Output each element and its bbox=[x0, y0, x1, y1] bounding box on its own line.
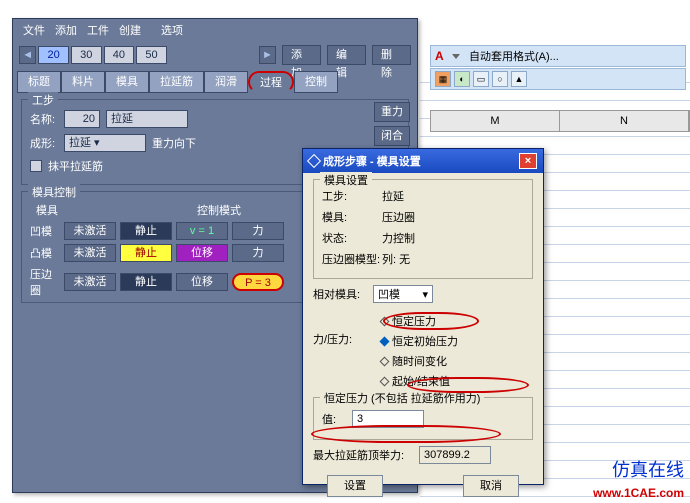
excel-toolbar-2: ▦ ◐ ▭ ○ ▲ bbox=[430, 68, 686, 90]
auto-format-button[interactable]: 自动套用格式(A)... bbox=[469, 48, 559, 64]
menu-file[interactable]: 文件 bbox=[23, 22, 45, 38]
col-N[interactable]: N bbox=[560, 111, 689, 131]
flatten-label: 抹平拉延筋 bbox=[48, 158, 103, 174]
rel-tool-label: 相对模具: bbox=[313, 286, 373, 302]
opt-time-varying[interactable]: 随时间变化 bbox=[381, 353, 458, 369]
ruler-prev[interactable]: ◄ bbox=[19, 46, 36, 64]
menu-create[interactable]: 创建 bbox=[119, 22, 141, 38]
ruler-20[interactable]: 20 bbox=[38, 46, 69, 64]
step-ruler: ◄ 20 30 40 50 ► 添加 编辑 删除 bbox=[13, 41, 417, 69]
watermark-brand: 仿真在线 bbox=[612, 456, 684, 482]
col-mode: 控制模式 bbox=[184, 202, 254, 218]
shape2-icon[interactable]: ○ bbox=[492, 71, 508, 87]
ruler-40[interactable]: 40 bbox=[104, 46, 135, 64]
gravity-button[interactable]: 重力 bbox=[374, 102, 410, 122]
tool-settings-dialog: 成形步骤 - 模具设置 × 模具设置 工步:拉延 模具:压边圈 状态:力控制 压… bbox=[302, 148, 544, 485]
ruler-add[interactable]: 添加 bbox=[282, 45, 321, 65]
value-label: 值: bbox=[322, 411, 352, 427]
tab-bead[interactable]: 拉延筋 bbox=[149, 71, 204, 93]
binder-c1[interactable]: 未激活 bbox=[64, 273, 116, 291]
col-M[interactable]: M bbox=[431, 111, 560, 131]
ruler-edit[interactable]: 编辑 bbox=[327, 45, 366, 65]
settings-group-title: 模具设置 bbox=[320, 172, 372, 188]
status-l: 状态: bbox=[322, 230, 382, 246]
ruler-30[interactable]: 30 bbox=[71, 46, 102, 64]
tab-title[interactable]: 标题 bbox=[17, 71, 61, 93]
tab-tool[interactable]: 模具 bbox=[105, 71, 149, 93]
step-v: 拉延 bbox=[382, 188, 404, 204]
ruler-delete[interactable]: 删除 bbox=[372, 45, 411, 65]
tool-group-title: 模具控制 bbox=[28, 184, 80, 200]
column-headers: M N bbox=[430, 110, 690, 132]
status-v: 力控制 bbox=[382, 230, 415, 246]
step-group-title: 工步 bbox=[28, 92, 58, 108]
tab-control[interactable]: 控制 bbox=[294, 71, 338, 93]
tab-row: 标题 料片 模具 拉延筋 润滑 过程 控制 bbox=[13, 69, 417, 93]
ring-v: 列: 无 bbox=[382, 251, 410, 267]
cancel-button[interactable]: 取消 bbox=[463, 475, 519, 497]
tool-v: 压边圈 bbox=[382, 209, 415, 225]
die-c2[interactable]: 静止 bbox=[120, 222, 172, 240]
ring-l: 压边圈模型: bbox=[322, 251, 382, 267]
annotation-oval-exclude bbox=[407, 377, 529, 393]
gravity-down: 重力向下 bbox=[152, 135, 196, 151]
menu-work[interactable]: 工件 bbox=[87, 22, 109, 38]
dialog-titlebar[interactable]: 成形步骤 - 模具设置 × bbox=[303, 149, 543, 173]
menu-option[interactable]: 选项 bbox=[161, 22, 183, 38]
binder-c4[interactable]: P = 3 bbox=[232, 273, 284, 291]
step-l: 工步: bbox=[322, 188, 382, 204]
ruler-50[interactable]: 50 bbox=[136, 46, 167, 64]
app-icon bbox=[307, 154, 321, 168]
shape3-icon[interactable]: ▲ bbox=[511, 71, 527, 87]
binder-c3[interactable]: 位移 bbox=[176, 273, 228, 291]
close-icon[interactable]: × bbox=[519, 153, 537, 169]
flatten-checkbox[interactable] bbox=[30, 160, 42, 172]
chevron-down-icon: ▾ bbox=[422, 288, 428, 301]
die-c1[interactable]: 未激活 bbox=[64, 222, 116, 240]
shape-icon[interactable]: ▭ bbox=[473, 71, 489, 87]
max-force-output bbox=[419, 446, 491, 464]
opt-const-init-pressure[interactable]: 恒定初始压力 bbox=[381, 333, 458, 349]
annotation-oval-max bbox=[311, 425, 501, 443]
name-field[interactable]: 拉延 bbox=[106, 110, 188, 128]
punch-c1[interactable]: 未激活 bbox=[64, 244, 116, 262]
binder-c2[interactable]: 静止 bbox=[120, 273, 172, 291]
dialog-title: 成形步骤 - 模具设置 bbox=[323, 153, 421, 169]
name-label: 名称: bbox=[30, 111, 58, 127]
punch-c4[interactable]: 力 bbox=[232, 244, 284, 262]
row-punch-label: 凸模 bbox=[30, 245, 60, 261]
pie-icon[interactable]: ◐ bbox=[454, 71, 470, 87]
watermark-url: www.1CAE.com bbox=[593, 486, 684, 500]
menubar: 文件 添加 工件 创建 选项 bbox=[13, 19, 417, 41]
apply-button[interactable]: 设置 bbox=[327, 475, 383, 497]
chart-icon[interactable]: ▦ bbox=[435, 71, 451, 87]
tab-blank[interactable]: 料片 bbox=[61, 71, 105, 93]
col-tool: 模具 bbox=[30, 202, 64, 218]
excel-toolbar-1: A 自动套用格式(A)... bbox=[430, 45, 686, 67]
name-index[interactable]: 20 bbox=[64, 110, 100, 128]
settings-group: 模具设置 工步:拉延 模具:压边圈 状态:力控制 压边圈模型:列: 无 bbox=[313, 179, 533, 279]
rel-tool-select[interactable]: 凹模▾ bbox=[373, 285, 433, 303]
die-c4[interactable]: 力 bbox=[232, 222, 284, 240]
font-color-icon[interactable]: A bbox=[435, 49, 449, 63]
form-select[interactable]: 拉延 ▾ bbox=[64, 134, 146, 152]
ruler-next[interactable]: ► bbox=[259, 46, 276, 64]
tab-lube[interactable]: 润滑 bbox=[204, 71, 248, 93]
row-binder-label: 压边圈 bbox=[30, 266, 60, 298]
punch-c2[interactable]: 静止 bbox=[120, 244, 172, 262]
chevron-down-icon[interactable] bbox=[452, 54, 460, 59]
tab-process[interactable]: 过程 bbox=[248, 71, 294, 93]
row-die-label: 凹模 bbox=[30, 223, 60, 239]
force-pressure-label: 力/压力: bbox=[313, 309, 369, 393]
max-force-label: 最大拉延筋顶举力: bbox=[313, 447, 419, 463]
close-button[interactable]: 闭合 bbox=[374, 126, 410, 146]
punch-c3[interactable]: 位移 bbox=[176, 244, 228, 262]
die-c3[interactable]: v = 1 bbox=[176, 222, 228, 240]
form-label: 成形: bbox=[30, 135, 58, 151]
annotation-oval-option bbox=[383, 312, 479, 330]
tool-l: 模具: bbox=[322, 209, 382, 225]
menu-add[interactable]: 添加 bbox=[55, 22, 77, 38]
